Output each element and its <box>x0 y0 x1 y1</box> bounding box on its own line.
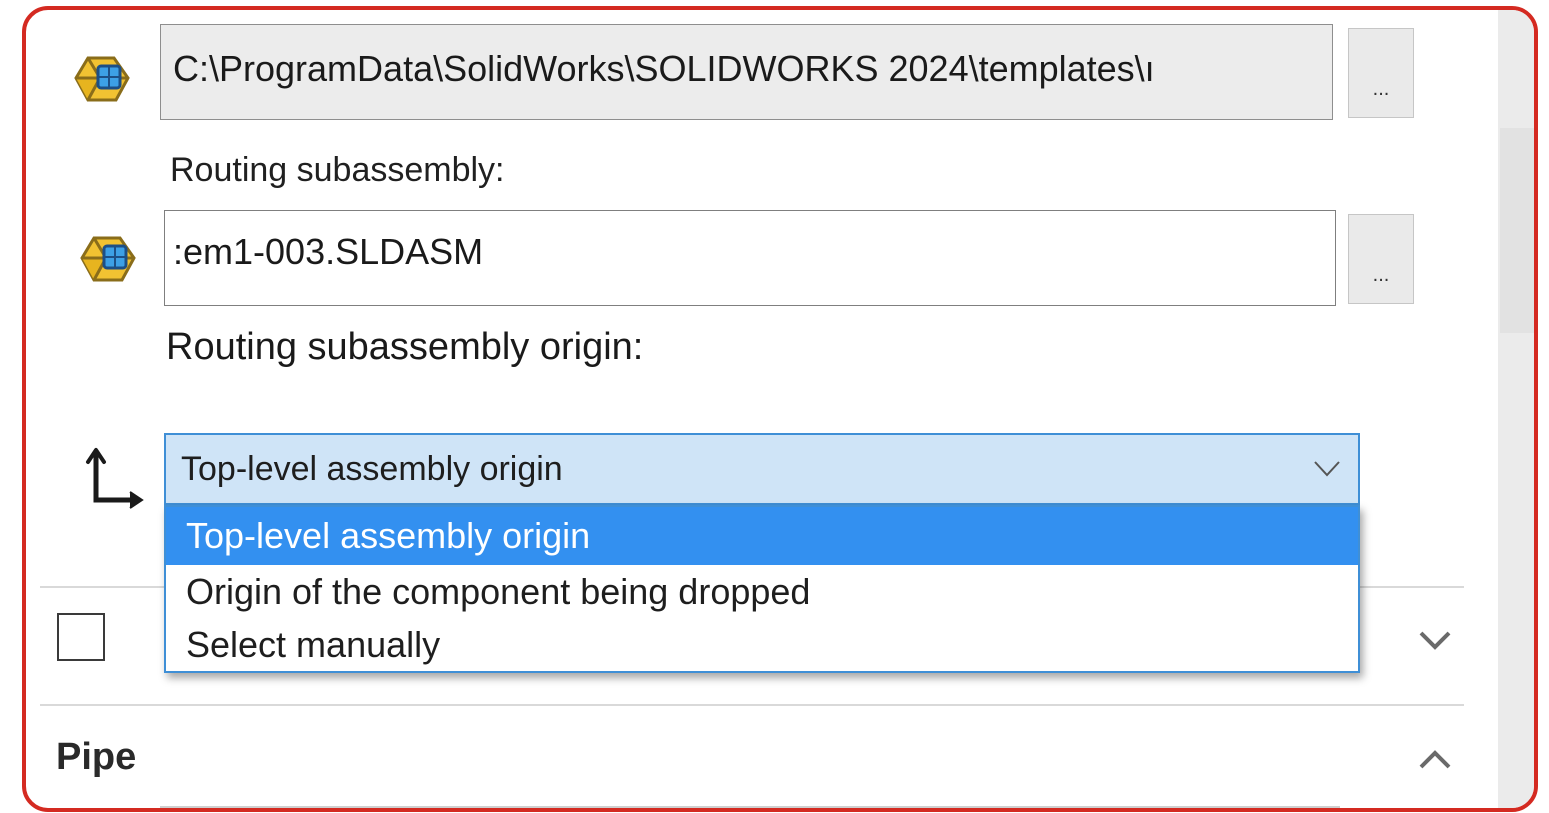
origin-dropdown-value: Top-level assembly origin <box>181 450 563 488</box>
template-browse-button[interactable]: ... <box>1348 28 1414 118</box>
origin-dropdown[interactable]: Top-level assembly origin <box>164 433 1360 505</box>
chevron-down-icon[interactable] <box>1314 461 1340 477</box>
scrollbar[interactable] <box>1498 10 1534 808</box>
pipe-field-top-edge <box>160 806 1340 808</box>
pipe-section-title[interactable]: Pipe <box>56 736 136 779</box>
chevron-up-icon[interactable] <box>1418 748 1452 770</box>
section-divider <box>40 704 1464 706</box>
routing-subassembly-origin-label: Routing subassembly origin: <box>166 326 644 368</box>
option-component-origin[interactable]: Origin of the component being dropped <box>166 565 1358 618</box>
property-panel: C:\ProgramData\SolidWorks\SOLIDWORKS 202… <box>22 6 1538 812</box>
coordinate-axes-icon <box>86 448 144 509</box>
routing-subassembly-field[interactable]: :em1-003.SLDASM <box>164 210 1336 306</box>
routing-subassembly-browse-button[interactable]: ... <box>1348 214 1414 304</box>
option-top-level-assembly-origin[interactable]: Top-level assembly origin <box>166 507 1358 565</box>
section-checkbox[interactable] <box>57 613 105 661</box>
chevron-down-icon[interactable] <box>1418 630 1452 652</box>
scrollbar-thumb[interactable] <box>1500 128 1534 333</box>
assembly-icon <box>74 56 130 102</box>
routing-subassembly-label: Routing subassembly: <box>170 151 505 189</box>
assembly-icon <box>80 236 136 282</box>
option-select-manually[interactable]: Select manually <box>166 618 1358 671</box>
template-path-field[interactable]: C:\ProgramData\SolidWorks\SOLIDWORKS 202… <box>160 24 1333 120</box>
origin-dropdown-list: Top-level assembly origin Origin of the … <box>164 505 1360 673</box>
